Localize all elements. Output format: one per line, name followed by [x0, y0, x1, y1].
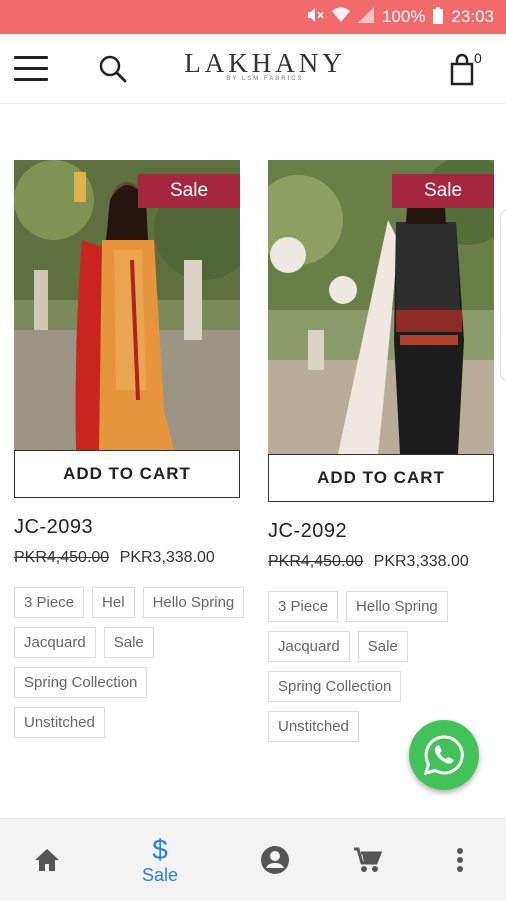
sale-badge: Sale [138, 174, 240, 208]
nav-home[interactable] [22, 819, 72, 901]
tag-hello-spring[interactable]: Hello Spring [142, 587, 245, 618]
bottom-navigation: $ Sale [0, 818, 506, 900]
more-icon [457, 848, 463, 872]
menu-icon[interactable] [14, 56, 48, 82]
clock: 23:03 [451, 7, 494, 26]
sale-badge: Sale [392, 174, 494, 208]
cart-count: 0 [474, 50, 482, 66]
tag-spring-collection[interactable]: Spring Collection [268, 671, 402, 702]
tag-unstitched[interactable]: Unstitched [14, 707, 105, 738]
add-to-cart-button[interactable]: ADD TO CART [14, 450, 240, 498]
nav-sale[interactable]: $ Sale [130, 819, 190, 901]
tag-jacquard[interactable]: Jacquard [14, 627, 96, 658]
cart-icon [354, 847, 382, 872]
svg-text:$: $ [152, 835, 168, 863]
sale-price: PKR3,338.00 [373, 553, 469, 570]
tag-sale[interactable]: Sale [357, 631, 408, 662]
mute-icon [306, 7, 324, 27]
product-sku[interactable]: JC-2093 [14, 516, 240, 539]
search-icon[interactable] [96, 52, 130, 86]
wifi-icon [331, 7, 350, 27]
signal-icon [357, 7, 374, 27]
logo-text: LAKHANY [184, 48, 346, 78]
product-card: Sale ADD TO CART JC-2093 PKR4,450.00 PKR… [14, 160, 245, 738]
nav-more[interactable] [440, 819, 480, 901]
brand-logo[interactable]: LAKHANY BY LSM FABRICS [180, 48, 350, 82]
tag-list: 3 Piece Hel Hello Spring Jacquard Sale S… [14, 587, 246, 738]
scroll-indicator [500, 210, 506, 380]
home-icon [35, 849, 59, 871]
product-image[interactable]: Sale [268, 160, 494, 454]
product-prices: PKR4,450.00 PKR3,338.00 [14, 549, 240, 567]
add-to-cart-button[interactable]: ADD TO CART [268, 454, 494, 502]
nav-cart[interactable] [342, 819, 392, 901]
whatsapp-button[interactable] [409, 720, 479, 790]
product-card: Sale ADD TO CART JC-2092 PKR4,450.00 PKR… [268, 160, 494, 742]
tag-3-piece[interactable]: 3 Piece [268, 591, 339, 622]
tag-sale[interactable]: Sale [103, 627, 154, 658]
battery-level: 100% [381, 7, 426, 26]
whatsapp-icon [423, 735, 464, 776]
product-image[interactable]: Sale [14, 160, 240, 450]
dollar-icon: $ [152, 835, 168, 863]
nav-account[interactable] [250, 819, 300, 901]
app-header: LAKHANY BY LSM FABRICS 0 [0, 34, 506, 104]
tag-spring-collection[interactable]: Spring Collection [14, 667, 148, 698]
tag-hel[interactable]: Hel [92, 587, 135, 618]
account-icon [261, 846, 289, 874]
tag-list: 3 Piece Hello Spring Jacquard Sale Sprin… [268, 591, 500, 742]
tag-3-piece[interactable]: 3 Piece [14, 587, 85, 618]
original-price: PKR4,450.00 [268, 553, 364, 570]
original-price: PKR4,450.00 [14, 549, 110, 566]
tag-jacquard[interactable]: Jacquard [268, 631, 350, 662]
tag-unstitched[interactable]: Unstitched [268, 711, 359, 742]
product-prices: PKR4,450.00 PKR3,338.00 [268, 553, 494, 571]
status-bar: 100% 23:03 [0, 0, 506, 34]
sale-price: PKR3,338.00 [119, 549, 215, 566]
tag-hello-spring[interactable]: Hello Spring [346, 591, 448, 622]
battery-icon [433, 6, 444, 28]
nav-sale-label: Sale [141, 864, 179, 885]
product-sku[interactable]: JC-2092 [268, 520, 494, 543]
